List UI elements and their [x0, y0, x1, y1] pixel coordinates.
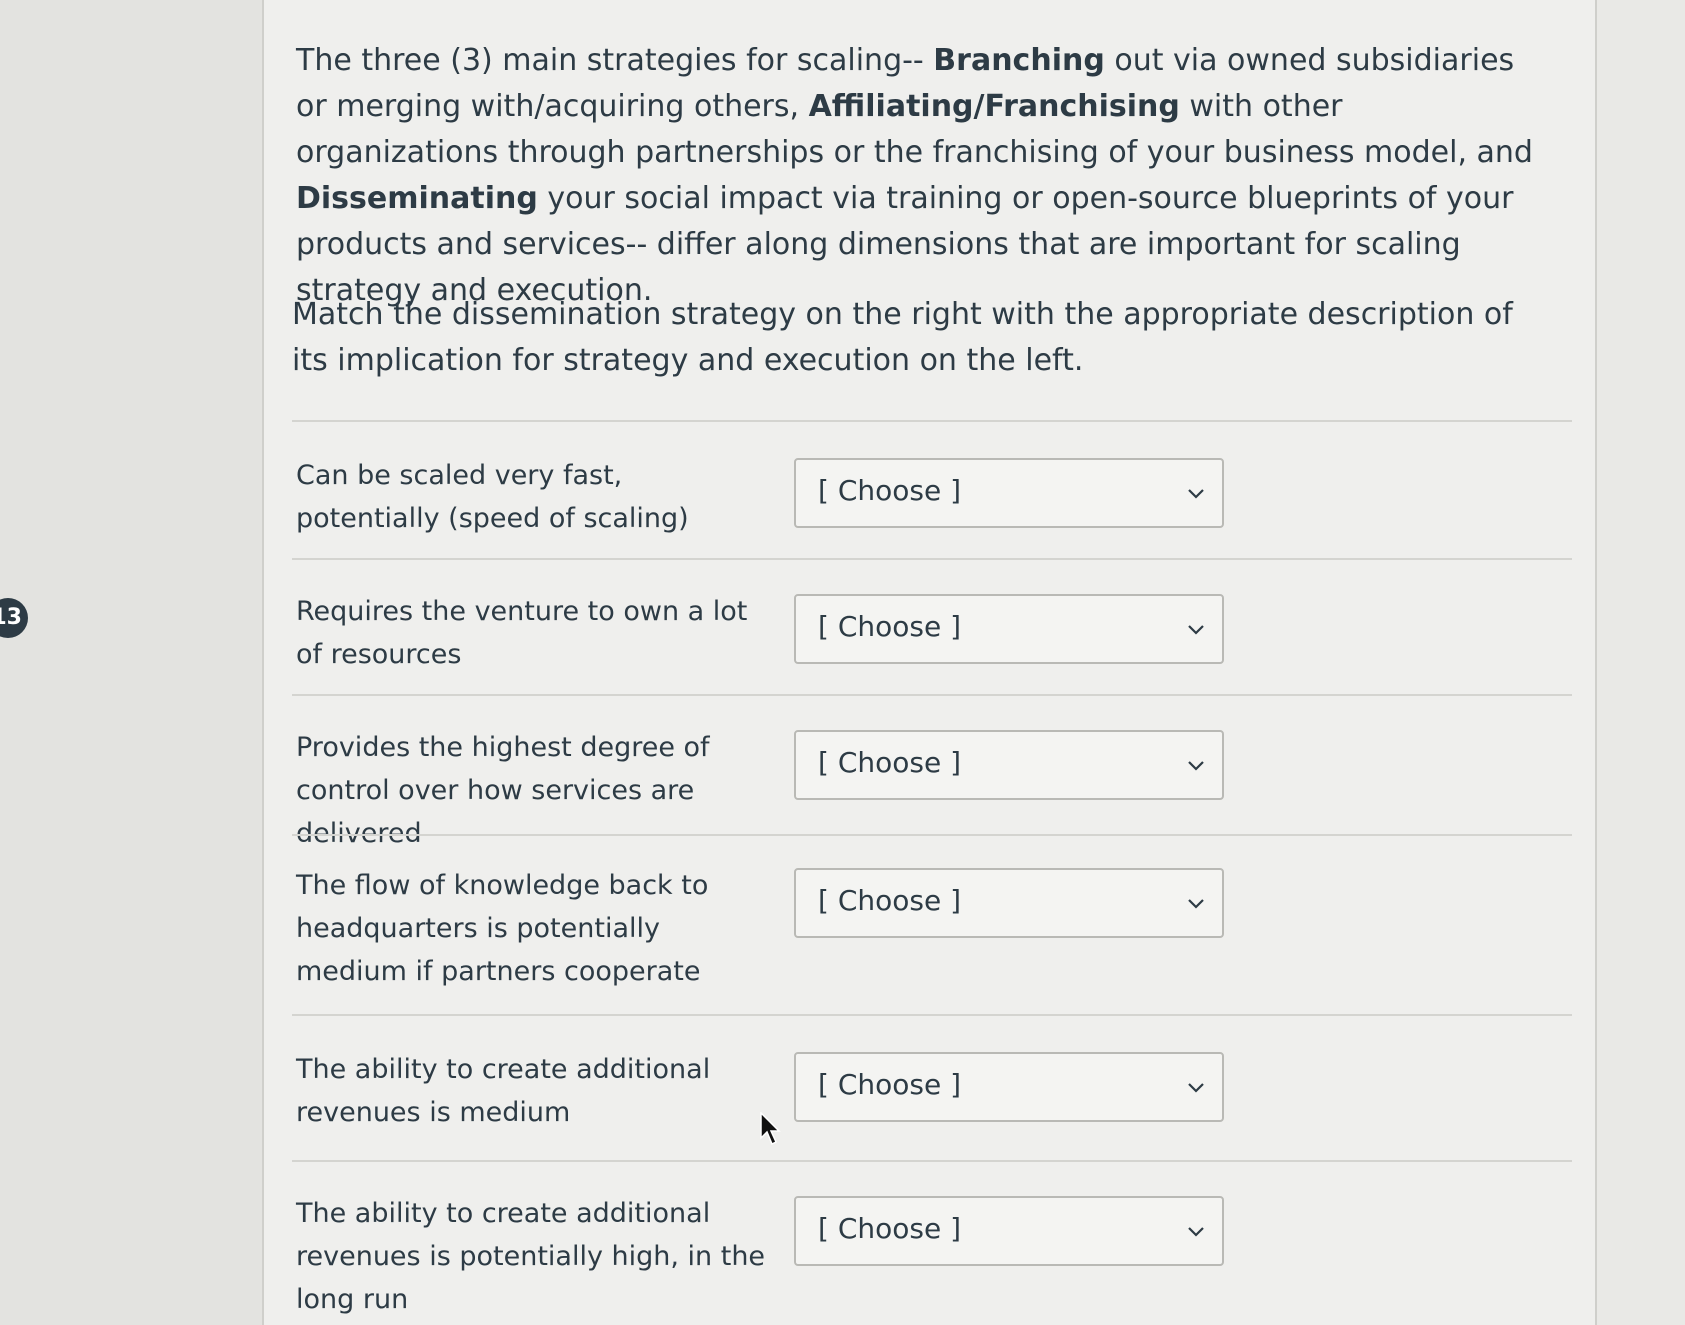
mouse-pointer-icon: [760, 1112, 781, 1146]
chevron-down-icon: [1188, 1227, 1204, 1237]
match-row-2-select[interactable]: [ Choose ]: [794, 594, 1224, 664]
match-row-1-label: Can be scaled very fast, potentially (sp…: [296, 460, 689, 534]
match-row-2-label: Requires the venture to own a lot of res…: [296, 596, 748, 670]
prompt-strategy-affiliating: Affiliating/Franchising: [808, 89, 1180, 124]
question-card: The three (3) main strategies for scalin…: [262, 0, 1597, 1325]
divider: [292, 834, 1572, 836]
select-value: [ Choose ]: [818, 884, 962, 917]
select-value: [ Choose ]: [818, 474, 962, 507]
chevron-down-icon: [1188, 489, 1204, 499]
prompt-strategy-branching: Branching: [933, 43, 1105, 78]
question-instruction: Match the dissemination strategy on the …: [292, 297, 1513, 378]
select-value: [ Choose ]: [818, 1068, 962, 1101]
match-row-4-label: The flow of knowledge back to headquarte…: [296, 870, 709, 987]
match-row-5-label: The ability to create additional revenue…: [296, 1054, 711, 1128]
match-row-6-select[interactable]: [ Choose ]: [794, 1196, 1224, 1266]
match-row-3-select[interactable]: [ Choose ]: [794, 730, 1224, 800]
divider: [292, 558, 1572, 560]
match-row-1-select[interactable]: [ Choose ]: [794, 458, 1224, 528]
select-value: [ Choose ]: [818, 746, 962, 779]
chevron-down-icon: [1188, 761, 1204, 771]
match-row-6-label: The ability to create additional revenue…: [296, 1198, 766, 1315]
divider: [292, 1014, 1572, 1016]
chevron-down-icon: [1188, 625, 1204, 635]
select-value: [ Choose ]: [818, 1212, 962, 1245]
match-row-5-select[interactable]: [ Choose ]: [794, 1052, 1224, 1122]
prompt-text: The three (3) main strategies for scalin…: [296, 43, 934, 78]
divider: [292, 420, 1572, 422]
chevron-down-icon: [1188, 1083, 1204, 1093]
select-value: [ Choose ]: [818, 610, 962, 643]
left-margin: [0, 0, 262, 1325]
prompt-strategy-disseminating: Disseminating: [296, 181, 538, 216]
divider: [292, 694, 1572, 696]
match-row-4-select[interactable]: [ Choose ]: [794, 868, 1224, 938]
question-prompt: The three (3) main strategies for scalin…: [296, 38, 1546, 314]
divider: [292, 1160, 1572, 1162]
chevron-down-icon: [1188, 899, 1204, 909]
